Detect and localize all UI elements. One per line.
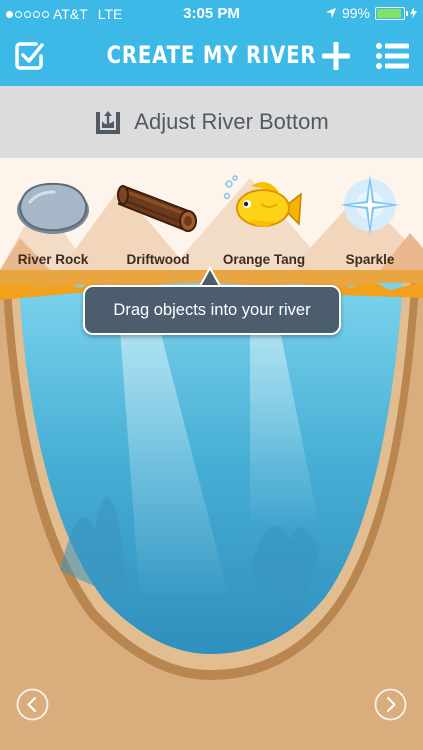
adjust-river-bottom-button[interactable]: Adjust River Bottom — [0, 86, 423, 158]
river-scene — [0, 270, 423, 750]
sparkle-icon — [340, 175, 400, 235]
tooltip-text: Drag objects into your river — [113, 300, 311, 319]
battery-percent: 99% — [341, 5, 370, 21]
orange-tang-fish-icon — [223, 175, 302, 227]
object-label: River Rock — [17, 252, 89, 267]
object-tray: River Rock Driftwood Orange Tang Sparkle — [0, 158, 423, 270]
nav-bar: CREATE MY RIVER — [0, 28, 423, 86]
object-sparkle[interactable]: Sparkle — [317, 168, 423, 268]
object-river-rock[interactable]: River Rock — [0, 168, 106, 268]
adjust-label: Adjust River Bottom — [134, 109, 329, 134]
location-arrow-icon — [325, 8, 336, 18]
object-driftwood[interactable]: Driftwood — [105, 168, 211, 268]
chevron-right-icon[interactable] — [374, 688, 407, 721]
status-bar: AT&T LTE 3:05 PM 99% — [0, 0, 423, 28]
river-rock-icon — [17, 182, 89, 234]
status-right: 99% — [325, 5, 417, 21]
drag-hint-tooltip: Drag objects into your river — [83, 285, 341, 335]
list-icon[interactable] — [376, 43, 409, 69]
object-orange-tang[interactable]: Orange Tang — [211, 168, 317, 268]
chevron-left-icon[interactable] — [16, 688, 49, 721]
driftwood-icon — [117, 184, 197, 232]
object-label: Orange Tang — [222, 252, 306, 267]
object-label: Sparkle — [345, 252, 395, 267]
object-label: Driftwood — [126, 252, 190, 267]
adjust-bottom-icon — [96, 111, 121, 134]
charging-bolt-icon — [410, 7, 417, 19]
battery-icon — [375, 6, 408, 20]
plus-icon[interactable] — [322, 42, 350, 70]
